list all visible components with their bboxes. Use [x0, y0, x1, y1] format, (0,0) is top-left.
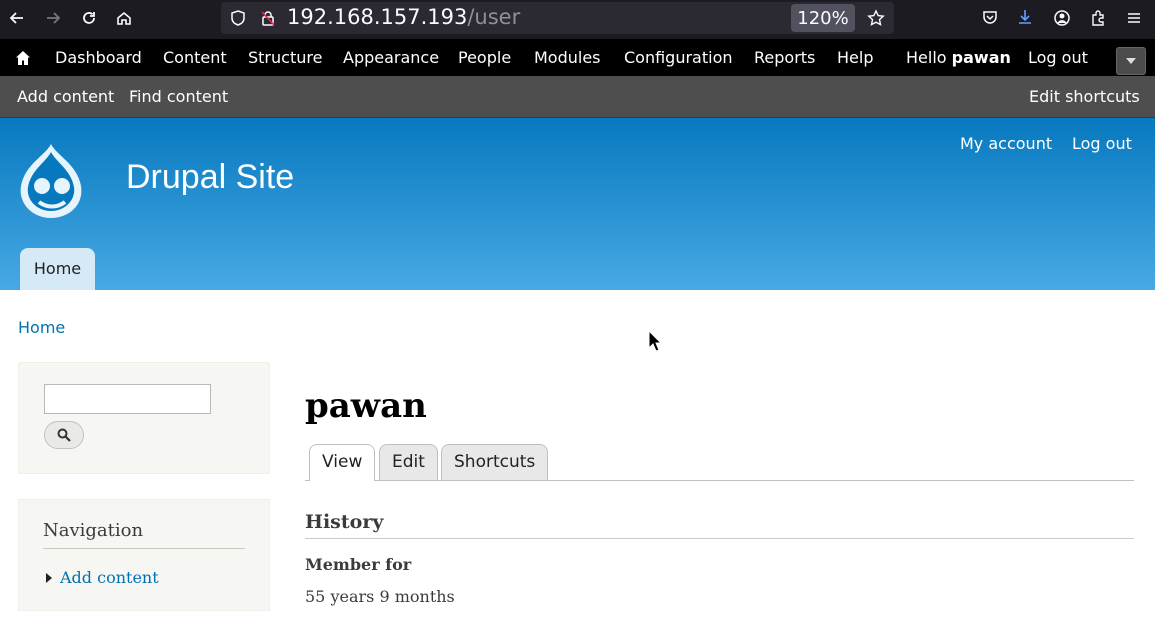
menu-hamburger-icon[interactable] — [1125, 9, 1143, 27]
account-icon[interactable] — [1053, 9, 1071, 27]
forward-arrow-icon — [47, 12, 61, 24]
url-text: 192.168.157.193/user — [287, 5, 520, 29]
hello-label: Hello — [906, 48, 947, 67]
address-bar[interactable]: 192.168.157.193/user 120% — [221, 2, 894, 34]
toolbar-structure[interactable]: Structure — [248, 39, 322, 76]
toolbar-logout[interactable]: Log out — [1028, 39, 1088, 76]
search-button[interactable] — [44, 421, 84, 449]
url-host: 192.168.157.193 — [287, 5, 468, 29]
member-for-value: 55 years 9 months — [305, 587, 455, 606]
collapsed-arrow-icon — [46, 573, 52, 583]
home-icon — [117, 11, 131, 25]
mouse-cursor-icon — [648, 330, 662, 352]
edit-shortcuts-link[interactable]: Edit shortcuts — [1029, 76, 1140, 118]
tab-shortcuts[interactable]: Shortcuts — [441, 444, 549, 480]
reload-button[interactable] — [75, 6, 103, 30]
downloads-icon[interactable] — [1016, 8, 1034, 26]
back-arrow-icon — [9, 12, 23, 24]
extensions-icon[interactable] — [1089, 9, 1107, 27]
reload-icon — [83, 12, 95, 24]
tab-view[interactable]: View — [309, 444, 376, 481]
navigation-title: Navigation — [43, 520, 144, 541]
toolbar-drawer-toggle[interactable] — [1116, 47, 1146, 75]
shortcuts-bar: Add content Find content Edit shortcuts — [0, 76, 1155, 118]
home-button[interactable] — [110, 6, 138, 30]
navigation-block: Navigation Add content — [18, 499, 270, 611]
toolbar-dashboard[interactable]: Dashboard — [55, 39, 142, 76]
browser-toolbar: 192.168.157.193/user 120% — [0, 0, 1155, 39]
search-block — [18, 362, 270, 474]
tabs-divider — [305, 480, 1134, 481]
member-for-label: Member for — [305, 555, 412, 574]
history-divider — [305, 538, 1134, 539]
toolbar-home-icon[interactable] — [15, 50, 31, 66]
nav-add-content-link[interactable]: Add content — [60, 568, 159, 587]
forward-button[interactable] — [39, 6, 67, 30]
zoom-level-badge[interactable]: 120% — [791, 4, 855, 32]
toolbar-people[interactable]: People — [458, 39, 511, 76]
search-input[interactable] — [44, 384, 211, 414]
page-title: pawan — [305, 386, 427, 426]
back-button[interactable] — [3, 6, 31, 30]
toolbar-modules[interactable]: Modules — [534, 39, 601, 76]
site-name[interactable]: Drupal Site — [126, 158, 294, 197]
tab-edit[interactable]: Edit — [379, 444, 438, 480]
admin-toolbar: Dashboard Content Structure Appearance P… — [0, 39, 1155, 76]
toolbar-configuration[interactable]: Configuration — [624, 39, 733, 76]
shortcut-add-content[interactable]: Add content — [17, 76, 114, 118]
toolbar-reports[interactable]: Reports — [754, 39, 815, 76]
drupal-logo-icon[interactable] — [15, 142, 87, 220]
shield-icon — [231, 10, 245, 26]
main-menu-home-tab[interactable]: Home — [20, 248, 95, 290]
url-path: /user — [467, 5, 521, 29]
navigation-divider — [43, 548, 245, 549]
history-heading: History — [305, 511, 384, 533]
username-label: pawan — [951, 48, 1011, 67]
search-icon — [57, 428, 71, 442]
toolbar-user-greeting[interactable]: Hello pawan — [906, 39, 1011, 76]
toolbar-content[interactable]: Content — [163, 39, 227, 76]
chevron-down-icon — [1126, 58, 1136, 64]
my-account-link[interactable]: My account — [960, 134, 1052, 153]
insecure-lock-icon — [261, 11, 275, 26]
pocket-icon[interactable] — [981, 9, 999, 27]
bookmark-star-icon[interactable] — [867, 9, 885, 27]
site-header: Drupal Site My account Log out Home — [0, 118, 1155, 290]
toolbar-appearance[interactable]: Appearance — [343, 39, 439, 76]
header-logout-link[interactable]: Log out — [1072, 134, 1132, 153]
toolbar-help[interactable]: Help — [837, 39, 873, 76]
shortcut-find-content[interactable]: Find content — [129, 76, 228, 118]
breadcrumb-home-link[interactable]: Home — [18, 318, 65, 337]
